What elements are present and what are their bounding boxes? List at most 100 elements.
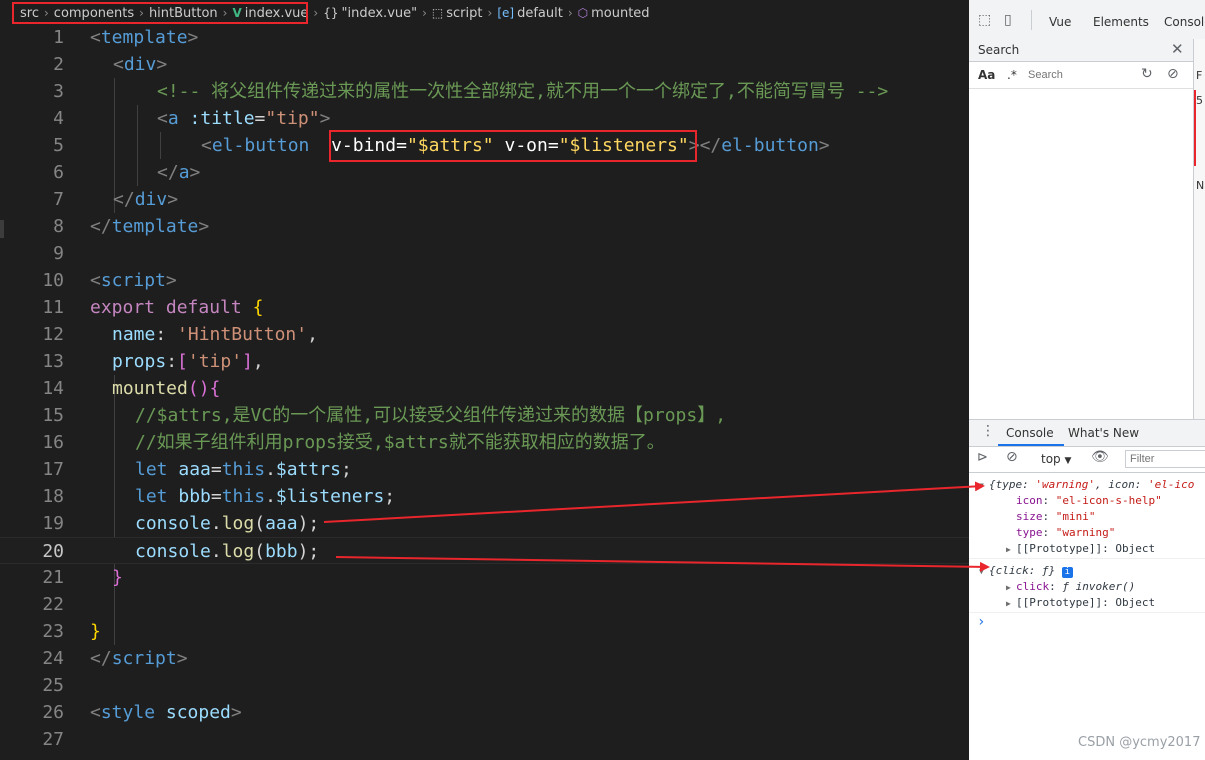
breadcrumb-script[interactable]: script: [446, 6, 482, 21]
chevron-right-icon: ›: [567, 6, 573, 20]
code-line: 26 <style scoped>: [0, 699, 969, 726]
console-drawer-header: ⋮ Console What's New: [969, 419, 1205, 447]
log-property: size: "mini": [1016, 510, 1096, 523]
code-line: 11 export default {: [0, 294, 969, 321]
watermark: CSDN @ycmy2017: [1078, 735, 1201, 750]
regex-button[interactable]: .*: [1007, 68, 1017, 82]
expand-triangle-icon[interactable]: ▼: [979, 567, 989, 576]
code-line: 16 //如果子组件利用props接受,$attrs就不能获取相应的数据了。: [0, 429, 969, 456]
info-icon[interactable]: i: [1061, 567, 1073, 578]
search-toolbar: Aa .* ↻ ⊘: [969, 62, 1193, 89]
js-comment: //如果子组件利用props接受,$attrs就不能获取相应的数据了。: [135, 432, 665, 453]
method-icon: ⬡: [577, 6, 589, 20]
log-separator: [969, 558, 1205, 559]
line-number: 6: [53, 162, 64, 183]
dropdown-arrow-icon: ▼: [1064, 456, 1072, 466]
code-line: 4 <a :title="tip">: [0, 105, 969, 132]
error-marker: [1194, 90, 1196, 166]
match-case-button[interactable]: Aa: [978, 68, 995, 82]
code-line: 8 </template>: [0, 213, 969, 240]
js-comment: //$attrs,是VC的一个属性,可以接受父组件传递过来的数据【props】,: [135, 405, 727, 426]
line-number: 12: [42, 324, 64, 345]
code-line: 6 </a>: [0, 159, 969, 186]
html-comment: <!-- 将父组件传递过来的属性一次性全部绑定,就不用一个一个绑定了,不能简写冒…: [157, 81, 889, 102]
log-prototype[interactable]: ▶ [[Prototype]]: Object: [1006, 542, 1155, 555]
code-line: 10 <script>: [0, 267, 969, 294]
breadcrumb-default[interactable]: default: [517, 6, 563, 21]
tab-console[interactable]: Console: [1164, 15, 1205, 29]
device-toolbar-icon[interactable]: ▯: [1004, 12, 1012, 28]
line-number: 5: [53, 135, 64, 156]
tab-vue[interactable]: Vue: [1049, 15, 1071, 29]
refresh-icon[interactable]: ↻: [1141, 66, 1153, 82]
more-options-icon[interactable]: ⋮: [981, 423, 995, 439]
line-number: 2: [53, 54, 64, 75]
expand-triangle-icon[interactable]: ▼: [979, 481, 989, 490]
variable-icon: [e]: [497, 6, 515, 20]
line-number: 24: [42, 648, 64, 669]
line-number: 16: [42, 432, 64, 453]
code-line: 13 props:['tip'],: [0, 348, 969, 375]
line-number: 26: [42, 702, 64, 723]
code-line: 27: [0, 726, 969, 753]
code-line: 23}: [0, 618, 969, 645]
code-line: 18 let bbb=this.$listeners;: [0, 483, 969, 510]
code-line: 19 console.log(aaa);: [0, 510, 969, 537]
code-line: 12 name: 'HintButton',: [0, 321, 969, 348]
code-line: 9: [0, 240, 969, 267]
devtools-toolbar: ⬚ ▯ Vue Elements Console: [969, 0, 1205, 40]
line-number: 1: [53, 27, 64, 48]
search-panel-title[interactable]: Search: [978, 43, 1019, 57]
line-number: 8: [53, 216, 64, 237]
log-prototype[interactable]: ▶ [[Prototype]]: Object: [1006, 596, 1155, 609]
console-toolbar: ⊳ ⊘ top ▼ 👁: [969, 446, 1205, 473]
context-selector[interactable]: top ▼: [1041, 452, 1071, 466]
breadcrumb-mounted[interactable]: mounted: [591, 6, 649, 21]
line-number: 14: [42, 378, 64, 399]
braces-icon: {}: [323, 6, 339, 20]
tab-elements[interactable]: Elements: [1093, 15, 1149, 29]
line-number: 15: [42, 405, 64, 426]
sidebar-toggle-icon[interactable]: ⊳: [977, 450, 988, 465]
search-input[interactable]: [1024, 66, 1132, 83]
code-editor[interactable]: src › components › hintButton › Vindex.vue ›…: [0, 0, 969, 760]
expand-triangle-icon[interactable]: ▶: [1006, 583, 1016, 592]
log-entry-attrs-summary[interactable]: ▼ {type: 'warning', icon: 'el-ico: [979, 478, 1194, 491]
log-property[interactable]: ▶ click: ƒ invoker(): [1006, 580, 1135, 593]
code-line: 7 </div>: [0, 186, 969, 213]
expand-triangle-icon[interactable]: ▶: [1006, 545, 1016, 554]
line-number: 20: [42, 541, 64, 562]
chevron-right-icon: ›: [313, 6, 319, 20]
log-separator: [969, 612, 1205, 613]
log-entry-listeners-summary[interactable]: ▼ {click: ƒ} i: [979, 564, 1073, 578]
code-line: 1 <template>: [0, 24, 969, 51]
clear-console-icon[interactable]: ⊘: [1006, 449, 1018, 465]
code-line-current: 20 console.log(bbb);: [0, 537, 969, 564]
code-line: 14 mounted(){: [0, 375, 969, 402]
code-line: 2 <div>: [0, 51, 969, 78]
code-line: 21}: [0, 564, 969, 591]
drawer-tab-console[interactable]: Console: [1006, 426, 1054, 440]
code-line: 22: [0, 591, 969, 618]
context-value: top: [1041, 452, 1061, 466]
drawer-tab-whats-new[interactable]: What's New: [1068, 426, 1139, 440]
line-number: 27: [42, 729, 64, 750]
search-drawer-header: Search ✕: [969, 39, 1193, 62]
line-number: 25: [42, 675, 64, 696]
console-prompt[interactable]: ›: [977, 614, 985, 630]
line-number: 3: [53, 81, 64, 102]
inspect-element-icon[interactable]: ⬚: [978, 12, 991, 28]
close-icon[interactable]: ✕: [1171, 40, 1184, 58]
line-number: 18: [42, 486, 64, 507]
clear-icon[interactable]: ⊘: [1167, 66, 1179, 82]
element-icon: ⬚: [431, 6, 444, 20]
line-number: 23: [42, 621, 64, 642]
breadcrumb-highlight-box: [12, 2, 308, 24]
breadcrumb-module[interactable]: "index.vue": [342, 6, 418, 21]
toolbar-divider: [1031, 10, 1032, 30]
eye-icon[interactable]: 👁: [1091, 449, 1109, 465]
filter-input[interactable]: [1125, 450, 1205, 468]
line-number: 11: [42, 297, 64, 318]
cut-off-label: F: [1196, 69, 1203, 82]
expand-triangle-icon[interactable]: ▶: [1006, 599, 1016, 608]
